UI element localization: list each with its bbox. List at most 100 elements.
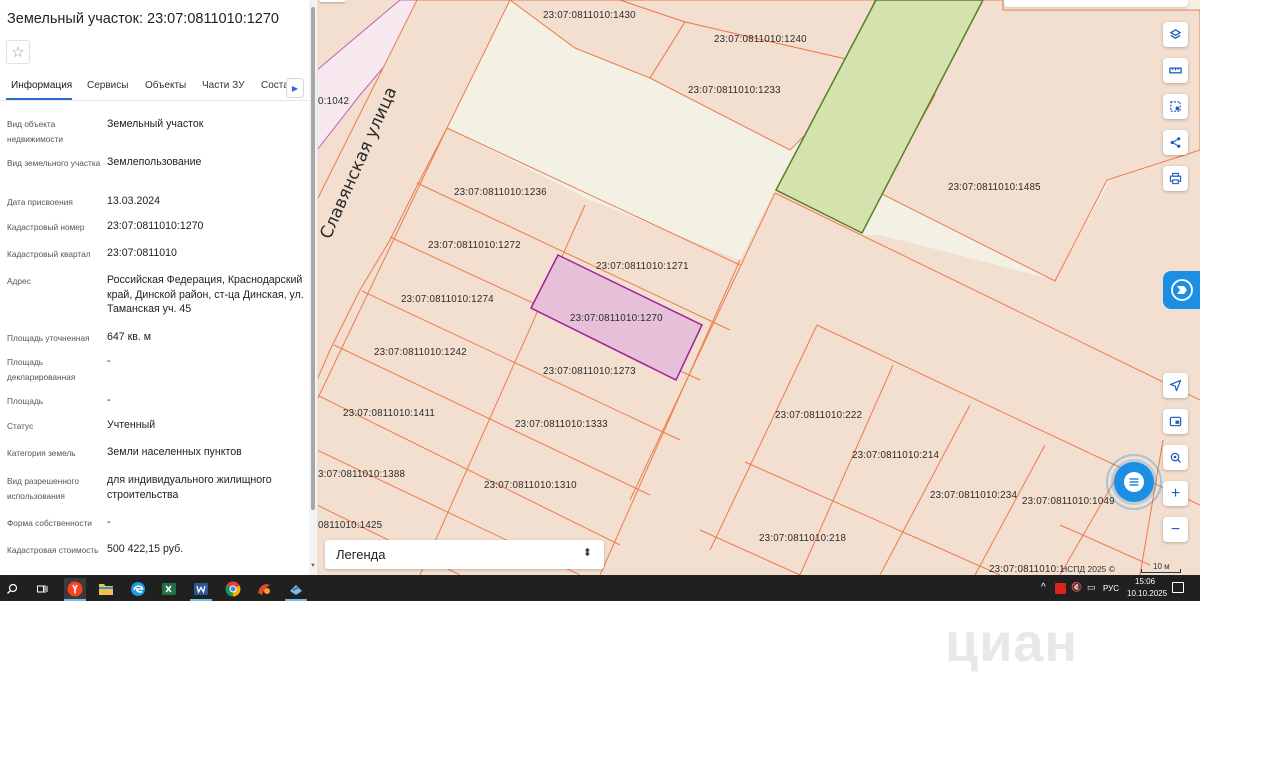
parcel-label: 23:07:0811010:1411 bbox=[343, 408, 435, 419]
locate-button[interactable] bbox=[1163, 373, 1188, 398]
active-app-indicator bbox=[285, 599, 307, 601]
field-label: Дата присвоения bbox=[7, 197, 73, 207]
panel-scrollbar-thumb[interactable] bbox=[311, 7, 315, 510]
ruler-icon bbox=[1169, 67, 1182, 74]
chevron-updown-icon: ⬍ bbox=[582, 547, 592, 559]
tab-objects[interactable]: Объекты bbox=[145, 80, 186, 91]
parcel-label: 23:07:0811010:1333 bbox=[515, 419, 608, 430]
map-search-box[interactable] bbox=[1004, 0, 1188, 7]
tray-app-icon[interactable] bbox=[1055, 583, 1066, 594]
excel-icon[interactable] bbox=[158, 578, 180, 599]
app-icon[interactable] bbox=[253, 578, 275, 599]
clock-date[interactable]: 10.10.2025 bbox=[1127, 589, 1167, 598]
minimap-button[interactable] bbox=[1163, 409, 1188, 434]
parcel-label: 23:07:0811010:1310 bbox=[484, 480, 577, 491]
chrome-icon[interactable] bbox=[222, 578, 244, 599]
map-scale-bar: 10 м bbox=[1141, 562, 1181, 573]
field-value: Земельный участок bbox=[107, 118, 204, 130]
input-language[interactable]: РУС bbox=[1103, 584, 1119, 593]
clock-time[interactable]: 15:06 bbox=[1135, 577, 1155, 586]
windows-taskbar: ^ 🔇 ▭ РУС 15:06 10.10.2025 bbox=[0, 575, 1200, 601]
select-area-button[interactable] bbox=[1163, 94, 1188, 119]
parcel-label: 23:07:0811010:218 bbox=[759, 533, 846, 544]
scroll-down-arrow-icon[interactable]: ▼ bbox=[309, 563, 317, 569]
app-icon-2[interactable] bbox=[285, 578, 307, 599]
cian-watermark: циан bbox=[945, 613, 1079, 673]
field-value: 23:07:0811010:1270 bbox=[107, 220, 204, 232]
field-label: Площадь уточненная bbox=[7, 333, 90, 343]
layers-button[interactable] bbox=[1163, 22, 1188, 47]
edge-icon[interactable] bbox=[127, 578, 149, 599]
chat-icon bbox=[1124, 472, 1144, 492]
yandex-browser-icon[interactable] bbox=[64, 578, 86, 599]
field-label: Статус bbox=[7, 421, 34, 431]
service-logo-icon bbox=[1170, 279, 1193, 301]
minimap-icon bbox=[1169, 416, 1182, 427]
map-copyright: НСПД 2025 © bbox=[1061, 564, 1116, 574]
service-side-tab[interactable] bbox=[1163, 271, 1200, 309]
scale-line bbox=[1141, 569, 1181, 573]
parcel-label: 23:07:0811010:1272 bbox=[428, 240, 521, 251]
field-value: 23:07:0811010 bbox=[107, 247, 177, 259]
active-tab-indicator bbox=[6, 98, 72, 100]
parcel-label: 23:07:0811010:1242 bbox=[374, 347, 467, 358]
parcel-label: 0811010:1425 bbox=[318, 520, 383, 531]
share-icon bbox=[1170, 137, 1181, 148]
tab-composition[interactable]: Соста bbox=[261, 80, 289, 91]
geosearch-icon bbox=[1170, 452, 1182, 464]
parcel-label-selected: 23:07:0811010:1270 bbox=[570, 313, 663, 324]
layers-icon bbox=[1169, 29, 1182, 39]
geosearch-button[interactable] bbox=[1163, 445, 1188, 470]
field-value: 500 422,15 руб. bbox=[107, 543, 184, 555]
map-top-left-button[interactable] bbox=[320, 0, 345, 2]
field-label: Вид разрешенного использования bbox=[7, 476, 79, 501]
info-panel: Земельный участок: 23:07:0811010:1270 ☆ … bbox=[0, 0, 318, 575]
panel-title: Земельный участок: 23:07:0811010:1270 bbox=[7, 11, 279, 27]
active-app-indicator bbox=[64, 599, 86, 601]
print-button[interactable] bbox=[1163, 166, 1188, 191]
field-label: Кадастровый квартал bbox=[7, 249, 91, 259]
volume-muted-icon[interactable]: 🔇 bbox=[1071, 582, 1082, 593]
tabs-next-arrow-icon[interactable]: ▶ bbox=[286, 78, 304, 98]
field-label: Категория земель bbox=[7, 448, 76, 458]
parcel-label: 3:07:0811010:1388 bbox=[318, 469, 405, 480]
field-value: - bbox=[107, 516, 111, 528]
zoom-out-button[interactable]: − bbox=[1163, 517, 1188, 542]
measure-button[interactable] bbox=[1163, 58, 1188, 83]
notifications-icon[interactable] bbox=[1172, 582, 1184, 593]
favorite-star-icon[interactable]: ☆ bbox=[6, 40, 30, 64]
cadastral-map[interactable]: Славянская улица 0:1042 23:07:0811010:14… bbox=[317, 0, 1200, 575]
tab-services[interactable]: Сервисы bbox=[87, 80, 128, 91]
minus-icon: − bbox=[1170, 521, 1181, 538]
zoom-in-button[interactable]: + bbox=[1163, 481, 1188, 506]
map-canvas[interactable]: Славянская улица 0:1042 23:07:0811010:14… bbox=[317, 0, 1200, 575]
tab-parts[interactable]: Части ЗУ bbox=[202, 80, 244, 91]
tray-expand-icon[interactable]: ^ bbox=[1041, 582, 1046, 593]
parcel-label: 0:1042 bbox=[318, 96, 349, 107]
parcel-label: 23:07:0811010:234 bbox=[930, 490, 1017, 501]
plus-icon: + bbox=[1170, 485, 1181, 502]
parcel-label: 23:07:0811010:1271 bbox=[596, 261, 689, 272]
field-label: Вид земельного участка bbox=[7, 158, 101, 168]
share-button[interactable] bbox=[1163, 130, 1188, 155]
chat-button[interactable] bbox=[1114, 462, 1154, 502]
tab-information[interactable]: Информация bbox=[11, 80, 72, 91]
file-explorer-icon[interactable] bbox=[95, 578, 117, 599]
parcel-label: 23:07:0811010:1236 bbox=[454, 187, 547, 198]
field-label: Площадь bbox=[7, 396, 44, 406]
parcel-label: 23:07:0811010:1273 bbox=[543, 366, 636, 377]
task-view-icon[interactable] bbox=[31, 578, 53, 599]
parcel-label: 23:07:0811010:1233 bbox=[688, 85, 781, 96]
search-icon[interactable] bbox=[1, 578, 23, 599]
field-value: - bbox=[107, 355, 111, 367]
field-value: Учтенный bbox=[107, 419, 156, 431]
parcel-label: 23:07:0811010:1 bbox=[989, 564, 1065, 575]
legend-dropdown[interactable]: Легенда ⬍ bbox=[325, 540, 604, 569]
screen: Славянская улица 0:1042 23:07:0811010:14… bbox=[0, 0, 1200, 601]
field-value: - bbox=[107, 394, 111, 406]
field-value: 13.03.2024 bbox=[107, 195, 161, 207]
word-icon[interactable] bbox=[190, 578, 212, 599]
field-value: Российская Федерация, Краснодарский край… bbox=[107, 274, 304, 315]
network-icon[interactable]: ▭ bbox=[1087, 582, 1096, 593]
field-label: Форма собственности bbox=[7, 518, 92, 528]
